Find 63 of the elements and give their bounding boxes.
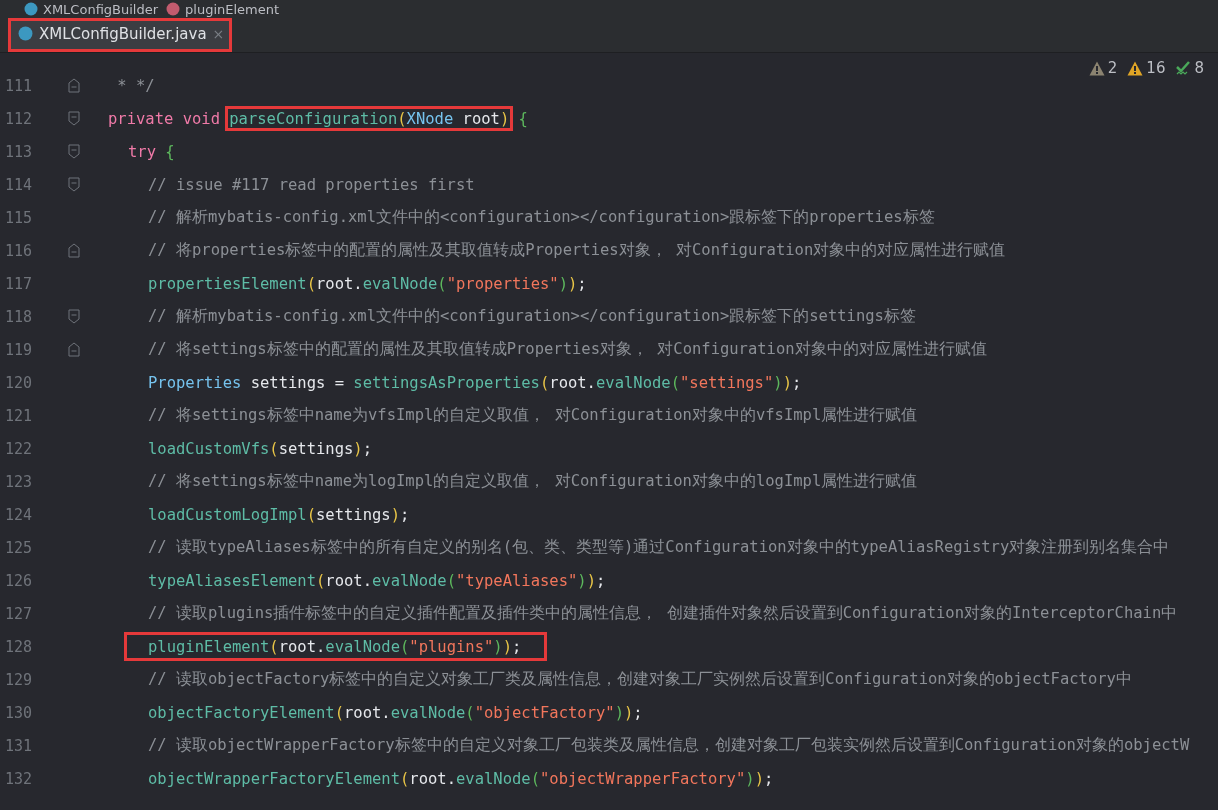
code-line: objectWrapperFactoryElement(root.evalNode("objectWrapperFactory")); xyxy=(147,768,774,790)
warning-icon xyxy=(1127,60,1144,76)
line-number: 131 xyxy=(3,736,32,755)
line-number: 118 xyxy=(3,307,32,326)
inspection-count[interactable]: 16 xyxy=(1146,59,1166,77)
code-line: typeAliasesElement(root.evalNode("typeAliases")); xyxy=(147,570,606,592)
line-number: 126 xyxy=(3,571,32,590)
code-line: // 读取objectFactory标签中的自定义对象工厂类及属性信息，创建对象工厂实例然后设置到Configuration对象的objectFactory中 xyxy=(147,669,1132,690)
code-line: // 解析mybatis-config.xml文件中的<configuration></configuration>跟标签下的settings标签 xyxy=(147,306,916,327)
class-icon xyxy=(24,2,38,16)
code-line: // 读取typeAliases标签中的所有自定义的别名(包、类、类型等)通过Configuration对象中的typeAliasRegistry对象注册到别名集合中 xyxy=(147,537,1170,558)
fold-icon[interactable] xyxy=(68,309,80,324)
breadcrumb-item[interactable]: XMLConfigBuilder xyxy=(43,1,159,17)
line-number: 125 xyxy=(3,538,32,557)
code-line: loadCustomVfs(settings); xyxy=(147,438,372,460)
code-line: private void parseConfiguration(XNode root) { xyxy=(108,102,528,135)
check-icon xyxy=(1175,60,1192,76)
code-line: // 解析mybatis-config.xml文件中的<configuration></configuration>跟标签下的properties标签 xyxy=(147,207,935,228)
line-number: 121 xyxy=(3,406,32,425)
code-line: // 将settings标签中的配置的属性及其取值转成Properties对象， 对Configuration对象中的对应属性进行赋值 xyxy=(147,339,987,360)
code-line: // 读取plugins插件标签中的自定义插件配置及插件类中的属性信息， 创建插件对象然后设置到Configuration对象的InterceptorChain中 xyxy=(147,603,1178,624)
code-line: // 将settings标签中name为vfsImpl的自定义取值， 对Configuration对象中的vfsImpl属性进行赋值 xyxy=(147,405,918,426)
code-line: // issue #117 read properties first xyxy=(147,174,475,196)
line-number: 119 xyxy=(3,340,32,359)
line-number: 130 xyxy=(3,703,32,722)
code-line: try { xyxy=(127,141,175,163)
line-number: 132 xyxy=(3,769,32,788)
fold-icon[interactable] xyxy=(68,342,80,357)
fold-icon[interactable] xyxy=(68,111,80,126)
code-line: * */ xyxy=(116,75,155,97)
line-number: 112 xyxy=(3,109,32,128)
line-number: 120 xyxy=(3,373,32,392)
line-number: 124 xyxy=(3,505,32,524)
code-line: // 读取objectWrapperFactory标签中的自定义对象工厂包装类及属性信息，创建对象工厂包装实例然后设置到Configuration对象的objectW xyxy=(147,735,1190,756)
line-number: 113 xyxy=(3,142,32,161)
fold-icon[interactable] xyxy=(68,78,80,93)
code-line: pluginElement(root.evalNode("plugins")); xyxy=(108,630,522,663)
code-line: // 将properties标签中的配置的属性及其取值转成Properties对象， 对Configuration对象中的对应属性进行赋值 xyxy=(147,240,1006,261)
inspection-count[interactable]: 8 xyxy=(1194,59,1204,77)
line-number: 123 xyxy=(3,472,32,491)
fold-icon[interactable] xyxy=(68,177,80,192)
line-number: 122 xyxy=(3,439,32,458)
line-number: 115 xyxy=(3,208,32,227)
class-icon xyxy=(18,26,33,41)
line-number: 129 xyxy=(3,670,32,689)
file-tab[interactable]: XMLConfigBuilder.java × xyxy=(8,18,233,52)
fold-icon[interactable] xyxy=(68,243,80,258)
line-number: 116 xyxy=(3,241,32,260)
line-number: 117 xyxy=(3,274,32,293)
code-line: propertiesElement(root.evalNode("properties")); xyxy=(147,273,587,295)
line-number: 111 xyxy=(3,76,32,95)
code-line: Properties settings = settingsAsProperties(root.evalNode("settings")); xyxy=(147,372,802,394)
code-line: loadCustomLogImpl(settings); xyxy=(147,504,410,526)
line-number: 128 xyxy=(3,637,32,656)
breadcrumb-item[interactable]: pluginElement xyxy=(185,1,280,17)
inspection-count[interactable]: 2 xyxy=(1107,59,1118,77)
line-number: 114 xyxy=(3,175,32,194)
warning-icon xyxy=(1088,60,1105,76)
code-line: objectFactoryElement(root.evalNode("objectFactory")); xyxy=(147,702,643,724)
fold-icon[interactable] xyxy=(68,144,80,159)
code-line: // 将settings标签中name为logImpl的自定义取值， 对Configuration对象中的logImpl属性进行赋值 xyxy=(147,471,918,492)
line-number: 127 xyxy=(3,604,32,623)
method-icon xyxy=(166,2,181,16)
